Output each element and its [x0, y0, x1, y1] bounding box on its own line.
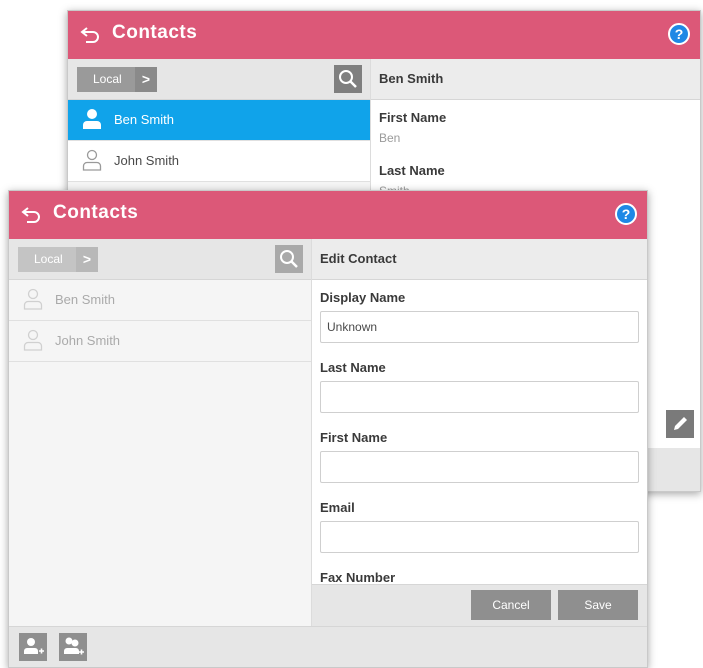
last-name-field[interactable]: [320, 381, 639, 413]
fax-number-label: Fax Number: [320, 570, 396, 585]
back-arrow-icon[interactable]: [19, 204, 43, 226]
source-label: Local: [93, 72, 122, 86]
list-toolbar: Local >: [9, 239, 311, 280]
title-bar: Contacts ?: [9, 191, 647, 239]
cancel-button[interactable]: Cancel: [471, 590, 551, 620]
add-group-icon: [64, 637, 84, 655]
first-name-field[interactable]: [320, 451, 639, 483]
last-name-label: Last Name: [320, 360, 386, 375]
save-button[interactable]: Save: [558, 590, 638, 620]
person-icon: [83, 109, 101, 129]
edit-form: Display Name Unknown Last Name First Nam…: [312, 280, 647, 585]
contact-row-john-smith[interactable]: John Smith: [68, 141, 370, 182]
person-icon: [23, 329, 43, 351]
contact-name: Ben Smith: [114, 112, 174, 127]
add-contact-button[interactable]: [19, 633, 47, 661]
search-icon: [339, 70, 357, 88]
source-select-button[interactable]: Local >: [77, 67, 157, 92]
field-value: Ben: [379, 131, 401, 145]
contact-list-panel: Local > Ben Smith John Smith: [9, 239, 312, 627]
add-person-icon: [24, 638, 44, 654]
contact-row-john-smith: John Smith: [9, 321, 311, 362]
add-group-button[interactable]: [59, 633, 87, 661]
chevron-right-icon: >: [76, 247, 98, 272]
display-name-field[interactable]: Unknown: [320, 311, 639, 343]
source-select-button: Local >: [18, 247, 98, 272]
search-button: [275, 245, 303, 273]
chevron-right-icon: >: [135, 67, 157, 92]
title-bar: Contacts ?: [68, 11, 700, 59]
contact-row-ben-smith: Ben Smith: [9, 280, 311, 321]
first-name-label: First Name: [320, 430, 388, 445]
help-icon[interactable]: ?: [668, 23, 690, 45]
source-label: Local: [34, 252, 63, 266]
field-label: Last Name: [379, 163, 445, 178]
person-icon: [23, 288, 43, 310]
contact-row-ben-smith[interactable]: Ben Smith: [68, 100, 370, 141]
contacts-window-front: Contacts ? Local > Ben Smith John Smith …: [8, 190, 648, 668]
edit-contact-panel: Edit Contact Display Name Unknown Last N…: [312, 239, 647, 627]
contact-name: John Smith: [55, 333, 121, 348]
bottom-toolbar: [9, 626, 647, 667]
list-toolbar: Local >: [68, 59, 370, 100]
contact-name: John Smith: [114, 153, 180, 168]
field-label: First Name: [379, 110, 447, 125]
help-icon[interactable]: ?: [615, 203, 637, 225]
page-title: Contacts: [112, 22, 198, 43]
search-icon: [280, 250, 298, 268]
pencil-icon: [674, 417, 687, 430]
edit-contact-header: Edit Contact: [312, 239, 647, 280]
back-bottom-bar: [648, 448, 700, 491]
edit-actions-bar: Cancel Save: [312, 584, 647, 627]
back-arrow-icon[interactable]: [78, 24, 102, 46]
display-name-label: Display Name: [320, 290, 406, 305]
email-label: Email: [320, 500, 355, 515]
page-title: Contacts: [53, 202, 139, 223]
search-button[interactable]: [334, 65, 362, 93]
detail-header: Ben Smith: [371, 59, 700, 100]
person-icon: [82, 149, 102, 171]
contact-name: Ben Smith: [55, 292, 115, 307]
edit-button[interactable]: [666, 410, 694, 438]
email-field[interactable]: [320, 521, 639, 553]
